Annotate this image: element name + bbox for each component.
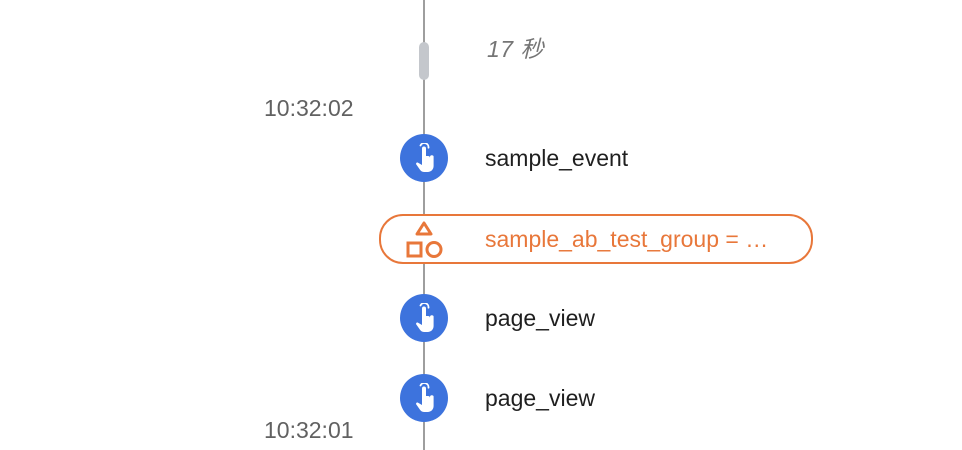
user-property-label: sample_ab_test_group = … <box>485 226 769 252</box>
timeline-event-sample-event[interactable]: sample_event <box>400 134 628 182</box>
touch-hand-icon <box>400 134 448 182</box>
timestamp-label: 10:32:02 <box>264 95 354 121</box>
event-name: page_view <box>485 384 595 411</box>
timeline-event-page-view[interactable]: page_view <box>400 294 595 342</box>
touch-hand-icon <box>400 374 448 422</box>
gap-duration-label: 17 秒 <box>487 36 544 62</box>
timeline-event-page-view[interactable]: page_view <box>400 374 595 422</box>
timestamp-label: 10:32:01 <box>264 417 354 443</box>
user-property-change[interactable]: sample_ab_test_group = … <box>379 214 813 264</box>
shapes-icon <box>406 221 443 258</box>
timeline-gap-handle[interactable] <box>419 42 429 80</box>
event-name: sample_event <box>485 144 629 171</box>
event-name: page_view <box>485 304 595 331</box>
touch-hand-icon <box>400 294 448 342</box>
